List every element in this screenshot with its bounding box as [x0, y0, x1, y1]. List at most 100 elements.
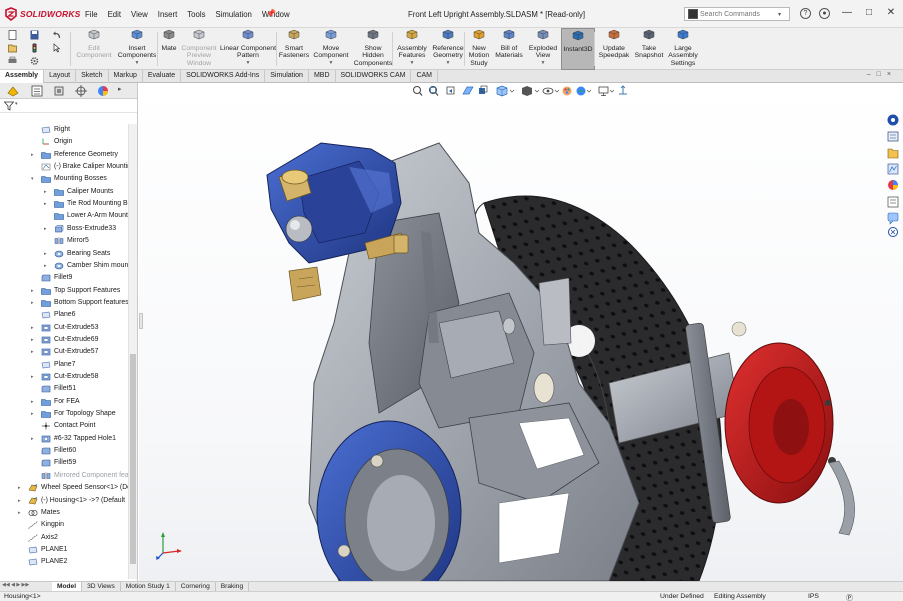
tree-expand-chevron-icon[interactable]: ▸: [18, 495, 24, 507]
tree-node[interactable]: Origin: [0, 136, 128, 148]
bottom-tab-cornering[interactable]: Cornering: [176, 582, 216, 591]
tab-sketch[interactable]: Sketch: [76, 70, 109, 83]
tab-mbd[interactable]: MBD: [309, 70, 336, 83]
appearances-scenes-icon[interactable]: [888, 180, 898, 190]
tree-node[interactable]: ▸ Cut-Extrude53: [0, 322, 128, 334]
tree-node[interactable]: Plane6: [0, 309, 128, 321]
bottom-tab-braking[interactable]: Braking: [216, 582, 250, 591]
display-manager-tab-icon[interactable]: [96, 85, 110, 97]
design-library-icon[interactable]: [887, 131, 899, 142]
tab-simulation[interactable]: Simulation: [265, 70, 309, 83]
dropdown-chevron-icon[interactable]: ▼: [430, 60, 466, 68]
select-arrow-icon[interactable]: [52, 43, 61, 53]
menu-file[interactable]: File: [80, 10, 103, 19]
tree-node[interactable]: ▸ For FEA: [0, 396, 128, 408]
filter-icon[interactable]: [4, 101, 14, 111]
tree-node[interactable]: ▸ Cut-Extrude69: [0, 334, 128, 346]
dropdown-chevron-icon[interactable]: ▼: [310, 60, 352, 68]
tab-markup[interactable]: Markup: [109, 70, 143, 83]
tree-node[interactable]: ▸ Tie Rod Mounting Bosse: [0, 198, 128, 210]
tree-node[interactable]: ▸ Top Support Features: [0, 285, 128, 297]
tree-expand-chevron-icon[interactable]: ▸: [44, 248, 50, 260]
status-units[interactable]: IPS: [808, 593, 819, 600]
menu-insert[interactable]: Insert: [153, 10, 183, 19]
menu-tools[interactable]: Tools: [182, 10, 210, 19]
tree-node[interactable]: Contact Point: [0, 420, 128, 432]
tree-node[interactable]: (-) Brake Caliper Mounting->: [0, 161, 128, 173]
close-button[interactable]: ✕: [884, 7, 898, 18]
3dexperience-icon[interactable]: [888, 227, 898, 237]
assembly-model-render[interactable]: [139, 83, 903, 581]
filter-dropdown-chevron-icon[interactable]: ▾: [15, 101, 18, 107]
exploded-view-button[interactable]: Exploded View ▼: [526, 28, 560, 70]
feature-tree-scrollbar[interactable]: [128, 124, 137, 579]
tree-expand-chevron-icon[interactable]: ▸: [31, 334, 37, 346]
tree-collapse-chevron-icon[interactable]: ▾: [31, 173, 37, 185]
tab-assembly[interactable]: Assembly: [0, 70, 45, 83]
tree-node[interactable]: Mirror5: [0, 235, 128, 247]
status-help-icon[interactable]: Ⓟ: [846, 593, 853, 601]
tree-node[interactable]: Mirrored Component feature: [0, 470, 128, 482]
mate-button[interactable]: Mate: [158, 28, 180, 70]
dropdown-chevron-icon[interactable]: ▼: [394, 60, 430, 68]
solidworks-logo[interactable]: SOLIDWORKS: [4, 7, 81, 21]
tree-node[interactable]: ▸ #6-32 Tapped Hole1: [0, 433, 128, 445]
bottom-tab-motion-study-1[interactable]: Motion Study 1: [121, 582, 176, 591]
tree-node[interactable]: Fillet59: [0, 457, 128, 469]
smart-fasteners-button[interactable]: Smart Fasteners: [278, 28, 310, 70]
tree-expand-chevron-icon[interactable]: ▸: [31, 433, 37, 445]
maximize-button[interactable]: □: [862, 7, 876, 18]
custom-properties-icon[interactable]: [887, 196, 899, 208]
tree-expand-chevron-icon[interactable]: ▸: [44, 198, 50, 210]
tree-node[interactable]: ▸ Reference Geometry: [0, 149, 128, 161]
manager-tabs-overflow-icon[interactable]: ▸: [118, 85, 122, 93]
user-icon[interactable]: ●: [819, 8, 830, 19]
dropdown-chevron-icon[interactable]: ▼: [116, 60, 158, 68]
tree-node[interactable]: Right: [0, 124, 128, 136]
show-hidden-components-button[interactable]: Show Hidden Components: [352, 28, 394, 70]
tree-node[interactable]: ▸ Wheel Speed Sensor<1> (De: [0, 482, 128, 494]
move-component-button[interactable]: Move Component ▼: [310, 28, 352, 70]
undo-icon[interactable]: [52, 30, 61, 40]
tree-node[interactable]: ▸ Cut-Extrude58: [0, 371, 128, 383]
tree-node[interactable]: ▸ Bearing Seats: [0, 248, 128, 260]
bottom-tab-model[interactable]: Model: [52, 582, 83, 591]
menu-view[interactable]: View: [126, 10, 153, 19]
configuration-manager-tab-icon[interactable]: [52, 85, 66, 97]
tab-solidworks-add-ins[interactable]: SOLIDWORKS Add-Ins: [181, 70, 266, 83]
large-assembly-settings-button[interactable]: Large Assembly Settings: [666, 28, 700, 70]
help-icon[interactable]: ?: [800, 8, 811, 19]
scrollbar-thumb[interactable]: [130, 354, 136, 564]
tree-node[interactable]: Fillet51: [0, 383, 128, 395]
property-manager-tab-icon[interactable]: [30, 85, 44, 97]
tab-layout[interactable]: Layout: [44, 70, 77, 83]
tree-node[interactable]: ▸ Cut-Extrude57: [0, 346, 128, 358]
tree-node[interactable]: ▸ Caliper Mounts: [0, 186, 128, 198]
tree-node[interactable]: ▸ Mates: [0, 507, 128, 519]
take-snapshot-button[interactable]: Take Snapshot: [632, 28, 666, 70]
save-icon[interactable]: [30, 30, 39, 40]
tree-expand-chevron-icon[interactable]: ▸: [18, 482, 24, 494]
feature-manager-tab-icon[interactable]: [6, 85, 20, 97]
tree-node[interactable]: ▸ Boss-Extrude33: [0, 223, 128, 235]
new-motion-study-button[interactable]: New Motion Study: [466, 28, 492, 70]
dropdown-chevron-icon[interactable]: ▼: [526, 60, 560, 68]
options-gear-icon[interactable]: [30, 56, 39, 66]
tree-expand-chevron-icon[interactable]: ▸: [31, 371, 37, 383]
open-file-icon[interactable]: [8, 43, 17, 53]
tree-expand-chevron-icon[interactable]: ▸: [31, 285, 37, 297]
dropdown-chevron-icon[interactable]: ▼: [218, 60, 278, 68]
minimize-button[interactable]: —: [840, 7, 854, 18]
tree-expand-chevron-icon[interactable]: ▸: [31, 149, 37, 161]
tree-node[interactable]: ▾ Mounting Bosses: [0, 173, 128, 185]
tab-solidworks-cam[interactable]: SOLIDWORKS CAM: [336, 70, 412, 83]
tree-expand-chevron-icon[interactable]: ▸: [31, 408, 37, 420]
tree-node[interactable]: PLANE1: [0, 544, 128, 556]
bottom-tab-3d-views[interactable]: 3D Views: [82, 582, 121, 591]
search-commands-box[interactable]: ▾: [684, 7, 790, 21]
tree-expand-chevron-icon[interactable]: ▸: [31, 322, 37, 334]
linearcomponent-pattern-button[interactable]: Linear Component Pattern ▼: [218, 28, 278, 70]
new-document-icon[interactable]: [8, 30, 17, 40]
tree-node[interactable]: ▸ (-) Housing<1> ->? (Default: [0, 495, 128, 507]
assembly-features-button[interactable]: Assembly Features ▼: [394, 28, 430, 70]
